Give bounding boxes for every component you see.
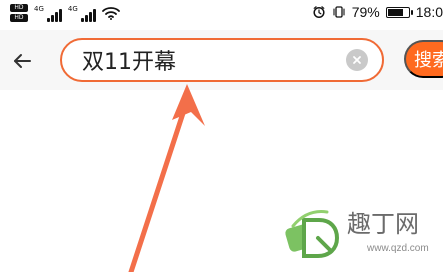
hd-badge-stack: HD HD xyxy=(10,4,28,22)
status-left-group: HD HD 4G 4G xyxy=(10,0,120,24)
app-screen: HD HD 4G 4G 79% 18:0 双11开幕 搜 趣丁网 www.qzd… xyxy=(0,0,443,272)
signal-label-1: 4G xyxy=(34,4,44,13)
search-button[interactable]: 搜索 xyxy=(404,40,443,78)
wifi-icon xyxy=(101,7,120,20)
battery-percent: 79% xyxy=(351,4,380,20)
back-arrow-icon xyxy=(14,54,31,68)
battery-fill xyxy=(387,8,404,16)
watermark-title: 趣丁网 xyxy=(347,210,419,238)
hd-badge-bottom: HD xyxy=(10,14,28,22)
back-button[interactable] xyxy=(8,47,36,75)
watermark-logo xyxy=(285,210,340,258)
signal-bars-icon xyxy=(80,8,96,22)
status-time: 18:0 xyxy=(415,4,443,20)
search-box[interactable] xyxy=(60,38,384,82)
signal-group-1: 4G xyxy=(34,5,62,22)
watermark-url: www.qzd.com xyxy=(367,243,429,254)
clear-icon xyxy=(353,56,361,64)
search-input[interactable] xyxy=(82,47,346,73)
signal-bars-icon xyxy=(46,8,62,22)
vibrate-icon xyxy=(333,6,345,18)
watermark: 趣丁网 www.qzd.com xyxy=(283,202,437,266)
status-bar: HD HD 4G 4G 79% 18:0 xyxy=(0,0,443,30)
battery-icon xyxy=(385,6,413,18)
signal-label-2: 4G xyxy=(67,4,78,13)
signal-group-2: 4G xyxy=(68,5,96,22)
clear-button[interactable] xyxy=(346,49,368,71)
alarm-icon xyxy=(313,6,325,19)
search-header: 搜索 xyxy=(0,30,443,90)
status-right-group: 79% 18:0 xyxy=(312,0,443,24)
hd-badge-top: HD xyxy=(10,4,28,12)
